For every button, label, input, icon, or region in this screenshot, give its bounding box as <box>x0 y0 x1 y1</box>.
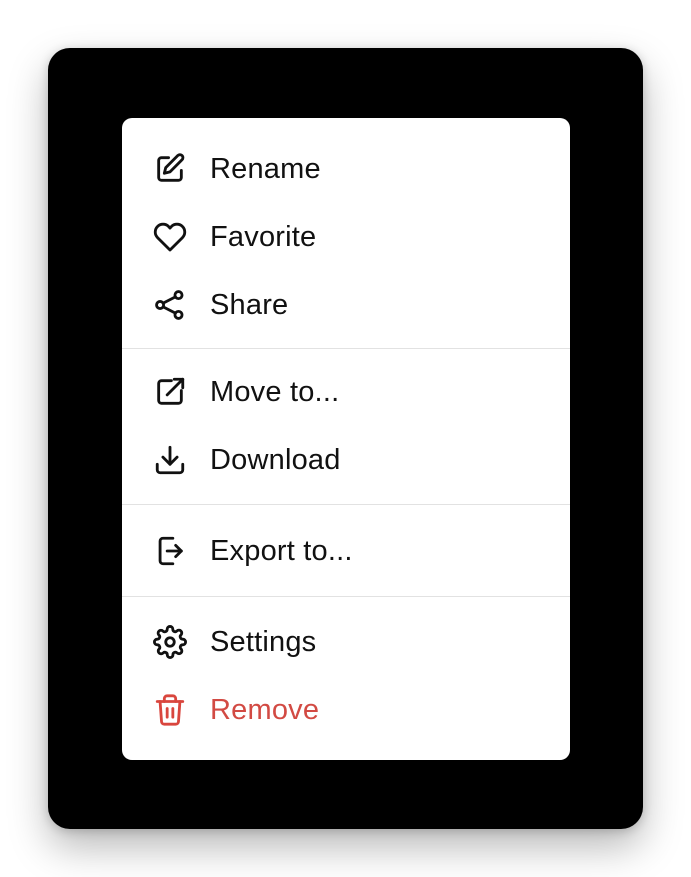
menu-item-label: Share <box>210 288 289 321</box>
menu-item-label: Settings <box>210 625 317 658</box>
trash-icon <box>152 692 188 728</box>
menu-group-export: Export to... <box>122 505 570 596</box>
pencil-square-icon <box>152 151 188 187</box>
share-icon <box>152 287 188 323</box>
menu-group-manage: Settings Remove <box>122 597 570 756</box>
menu-item-favorite[interactable]: Favorite <box>122 203 570 271</box>
menu-item-share[interactable]: Share <box>122 271 570 339</box>
menu-item-settings[interactable]: Settings <box>122 608 570 676</box>
menu-item-label: Rename <box>210 152 321 185</box>
menu-item-label: Remove <box>210 693 320 726</box>
menu-item-remove[interactable]: Remove <box>122 676 570 744</box>
menu-item-download[interactable]: Download <box>122 426 570 494</box>
menu-group-file: Move to... Download <box>122 349 570 504</box>
menu-item-label: Move to... <box>210 375 340 408</box>
export-icon <box>152 533 188 569</box>
menu-item-label: Download <box>210 443 341 476</box>
gear-icon <box>152 624 188 660</box>
menu-item-rename[interactable]: Rename <box>122 135 570 203</box>
external-link-icon <box>152 374 188 410</box>
menu-item-move-to[interactable]: Move to... <box>122 358 570 426</box>
context-menu: Rename Favorite Share Move to... Downloa… <box>122 118 570 760</box>
menu-item-label: Export to... <box>210 534 353 567</box>
menu-item-label: Favorite <box>210 220 317 253</box>
heart-icon <box>152 219 188 255</box>
menu-item-export-to[interactable]: Export to... <box>122 517 570 585</box>
download-icon <box>152 442 188 478</box>
menu-group-edit: Rename Favorite Share <box>122 118 570 348</box>
